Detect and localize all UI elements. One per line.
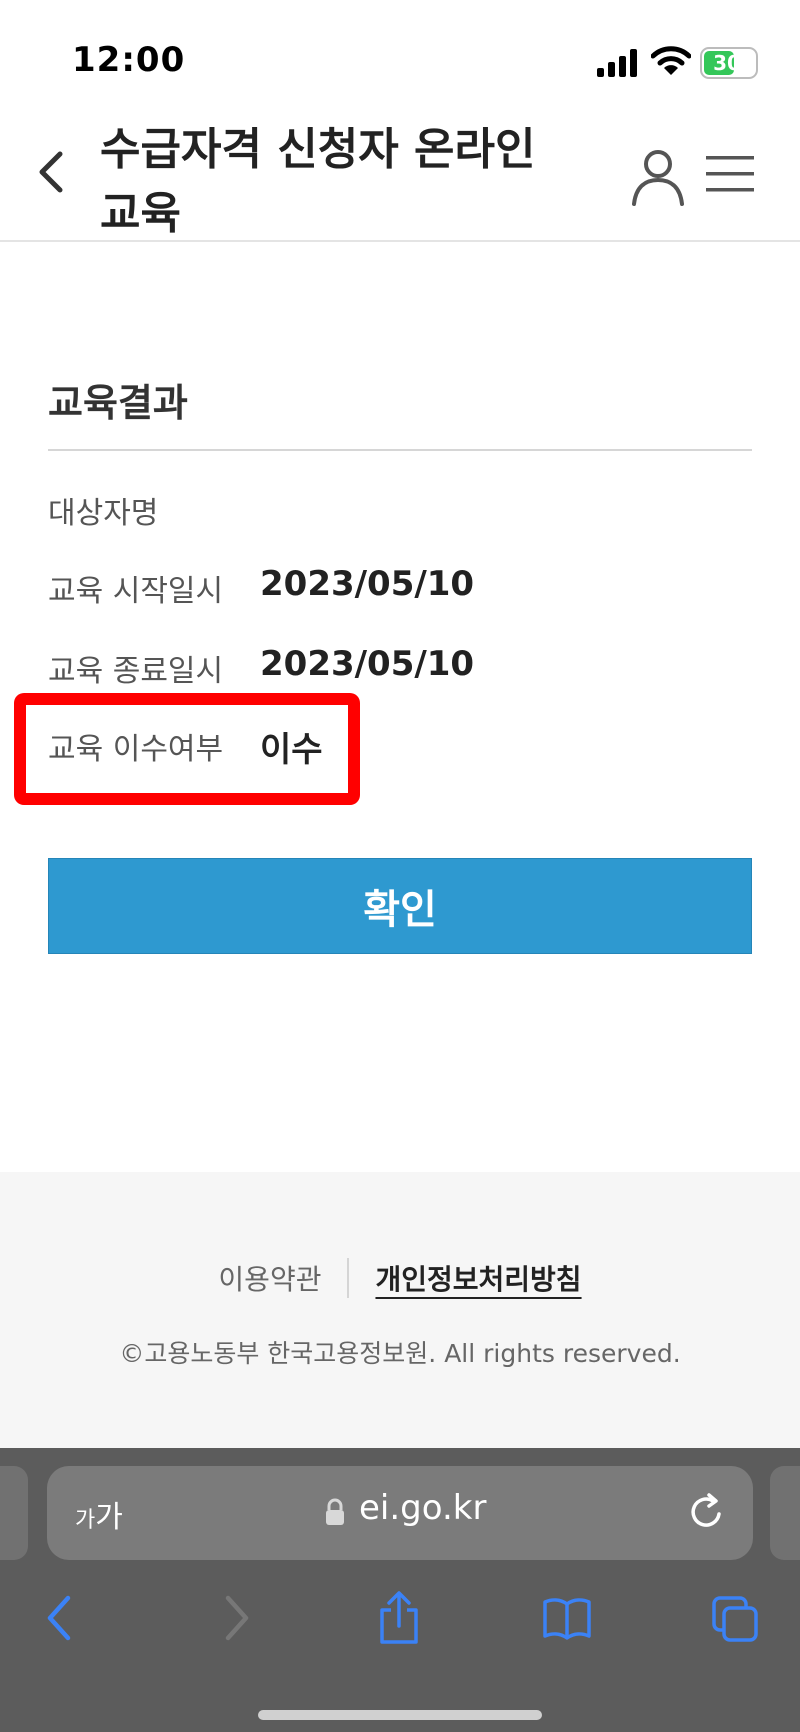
reload-icon[interactable] <box>687 1492 727 1532</box>
copyright-text: ©고용노동부 한국고용정보원. All rights reserved. <box>119 1339 681 1368</box>
cellular-signal-icon <box>597 49 637 77</box>
page-title: 수급자격 신청자 온라인 교육 <box>100 124 536 239</box>
address-bar[interactable]: 가가 ei.go.kr <box>47 1466 753 1560</box>
terms-link[interactable]: 이용약관 <box>218 1258 350 1298</box>
tabs-icon[interactable] <box>710 1590 760 1646</box>
next-tab-preview[interactable] <box>770 1466 800 1560</box>
user-icon[interactable] <box>630 146 686 206</box>
previous-tab-preview[interactable] <box>0 1466 28 1560</box>
battery-level: 30 <box>713 51 741 75</box>
status-bar: 12:00 30 <box>0 0 800 110</box>
footer-links: 이용약관 개인정보처리방침 <box>0 1258 800 1298</box>
row-value: 2023/05/10 <box>260 644 475 684</box>
back-icon[interactable] <box>28 142 78 202</box>
text-size-large-label: 가 <box>95 1500 123 1535</box>
section-divider <box>48 449 752 451</box>
footer: 이용약관 개인정보처리방침 ©고용노동부 한국고용정보원. All rights … <box>0 1172 800 1448</box>
row-label: 교육 종료일시 <box>48 654 224 689</box>
share-icon[interactable] <box>374 1590 424 1646</box>
url-text: ei.go.kr <box>359 1488 487 1528</box>
page-header: 수급자격 신청자 온라인 교육 <box>0 110 800 242</box>
browser-forward-icon[interactable] <box>210 1590 260 1646</box>
hamburger-menu-icon[interactable] <box>706 154 754 194</box>
highlight-annotation-box <box>14 693 360 805</box>
row-label: 대상자명 <box>48 496 159 531</box>
section-title: 교육결과 <box>48 381 188 425</box>
lock-icon <box>326 1498 344 1525</box>
confirm-button[interactable]: 확인 <box>48 858 752 954</box>
browser-back-icon[interactable] <box>38 1590 88 1646</box>
bookmarks-icon[interactable] <box>542 1590 592 1646</box>
privacy-policy-link[interactable]: 개인정보처리방침 <box>375 1258 581 1298</box>
browser-toolbar: 가가 ei.go.kr <box>0 1448 800 1732</box>
text-size-small-label: 가 <box>75 1508 96 1533</box>
home-indicator <box>258 1710 542 1720</box>
text-size-button[interactable]: 가가 <box>75 1492 123 1536</box>
row-label: 교육 시작일시 <box>48 574 224 609</box>
status-time: 12:00 <box>72 40 186 80</box>
row-value: 2023/05/10 <box>260 564 475 604</box>
wifi-icon <box>651 46 691 75</box>
battery-icon: 30 <box>700 47 758 79</box>
